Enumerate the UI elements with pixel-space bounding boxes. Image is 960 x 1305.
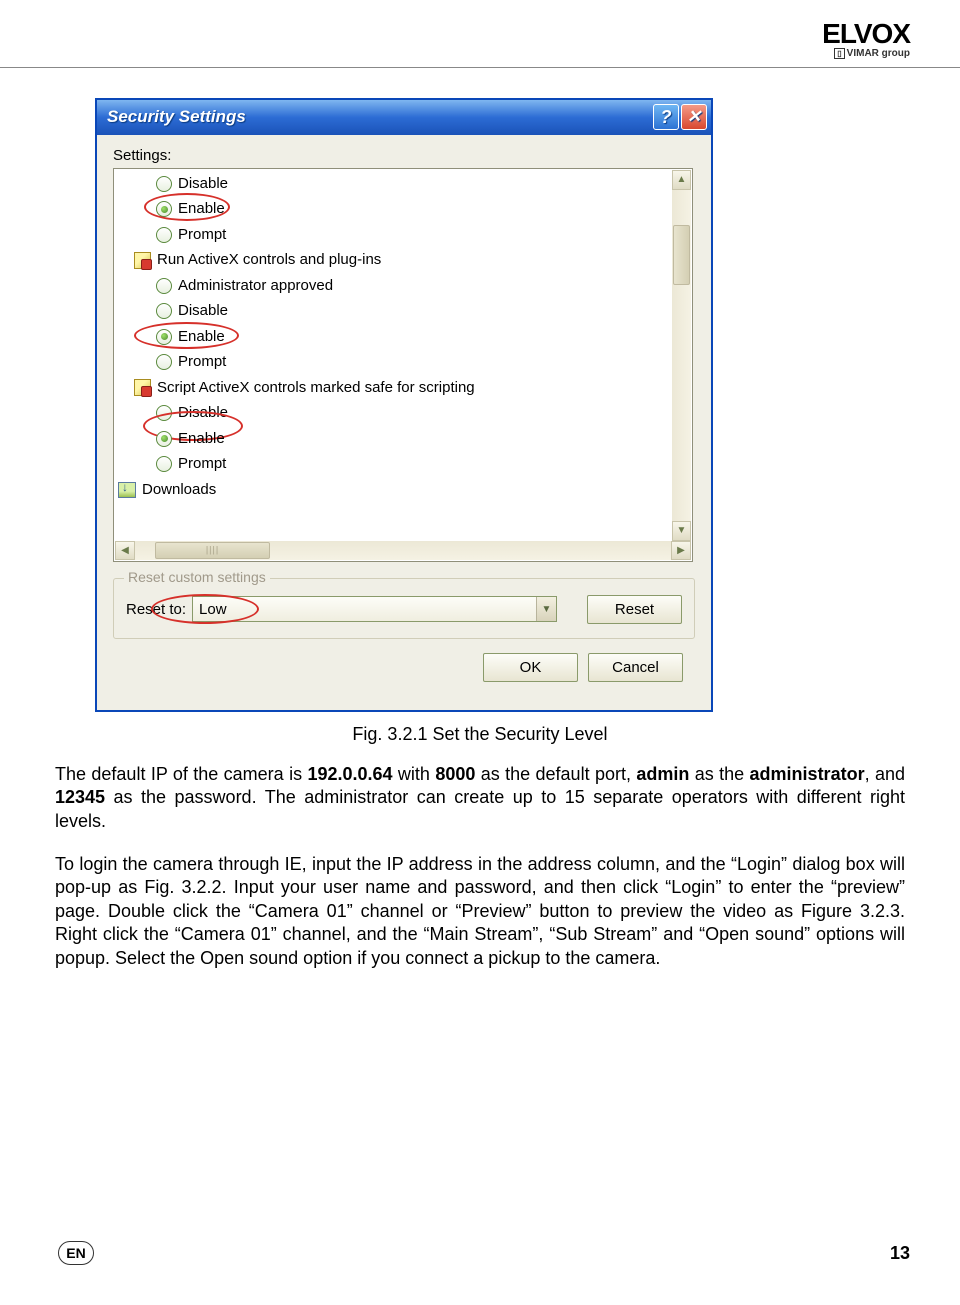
radio-icon (156, 201, 172, 217)
chevron-down-icon[interactable]: ▼ (536, 597, 556, 621)
scroll-track[interactable] (672, 190, 691, 521)
body-text: The default IP of the camera is 192.0.0.… (55, 763, 905, 970)
fieldset-legend: Reset custom settings (124, 569, 270, 585)
radio-icon (156, 405, 172, 421)
radio-disable[interactable]: Disable (116, 171, 672, 197)
category-script-activex: Script ActiveX controls marked safe for … (116, 375, 672, 401)
cancel-button[interactable]: Cancel (588, 653, 683, 682)
category-run-activex: Run ActiveX controls and plug-ins (116, 247, 672, 273)
radio-prompt[interactable]: Prompt (116, 222, 672, 248)
scroll-right-button[interactable]: ▶ (671, 541, 691, 560)
brand-logo: ELVOX ▯VIMAR group (822, 22, 910, 59)
radio-icon (156, 176, 172, 192)
help-button[interactable]: ? (653, 104, 679, 130)
radio-admin-approved[interactable]: Administrator approved (116, 273, 672, 299)
combo-value: Low (193, 601, 536, 618)
settings-listbox: Disable Enable Prompt Run ActiveX contro… (113, 168, 693, 562)
horizontal-scrollbar[interactable]: ◀ ▶ (115, 541, 691, 560)
page-footer: EN 13 (58, 1241, 910, 1265)
downloads-icon (118, 482, 136, 498)
reset-to-label: Reset to: (126, 601, 186, 618)
page-header: ELVOX ▯VIMAR group (0, 0, 960, 68)
page-number: 13 (890, 1243, 910, 1264)
scroll-left-button[interactable]: ◀ (115, 541, 135, 560)
radio-enable[interactable]: Enable (116, 426, 672, 452)
vertical-scrollbar[interactable]: ▲ ▼ (672, 170, 691, 541)
list-content: Disable Enable Prompt Run ActiveX contro… (116, 171, 672, 503)
activex-icon (134, 252, 151, 269)
radio-icon (156, 278, 172, 294)
reset-fieldset: Reset custom settings Reset to: Low ▼ Re… (113, 578, 695, 639)
reset-button[interactable]: Reset (587, 595, 682, 624)
titlebar[interactable]: Security Settings ? ✕ (97, 100, 711, 135)
logo-subtext: ▯VIMAR group (822, 48, 910, 59)
radio-icon (156, 456, 172, 472)
paragraph-1: The default IP of the camera is 192.0.0.… (55, 763, 905, 833)
dialog-title: Security Settings (107, 107, 651, 127)
radio-icon (156, 303, 172, 319)
ok-button[interactable]: OK (483, 653, 578, 682)
radio-icon (156, 329, 172, 345)
logo-main-text: ELVOX (822, 22, 910, 46)
radio-prompt[interactable]: Prompt (116, 349, 672, 375)
figure-caption: Fig. 3.2.1 Set the Security Level (0, 724, 960, 745)
scroll-thumb[interactable] (155, 542, 270, 559)
radio-icon (156, 431, 172, 447)
scroll-thumb[interactable] (673, 225, 690, 285)
scroll-down-button[interactable]: ▼ (672, 521, 691, 541)
activex-icon (134, 379, 151, 396)
reset-level-combo[interactable]: Low ▼ (192, 596, 557, 622)
radio-icon (156, 227, 172, 243)
security-settings-dialog: Security Settings ? ✕ Settings: Disable … (95, 98, 713, 712)
close-button[interactable]: ✕ (681, 104, 707, 130)
language-badge: EN (58, 1241, 94, 1265)
radio-enable[interactable]: Enable (116, 324, 672, 350)
radio-enable[interactable]: Enable (116, 196, 672, 222)
dialog-body: Settings: Disable Enable Prompt Run Acti… (97, 135, 711, 710)
radio-prompt[interactable]: Prompt (116, 451, 672, 477)
paragraph-2: To login the camera through IE, input th… (55, 853, 905, 970)
scroll-up-button[interactable]: ▲ (672, 170, 691, 190)
radio-icon (156, 354, 172, 370)
scroll-track[interactable] (135, 541, 671, 560)
dialog-footer: OK Cancel (113, 639, 695, 698)
category-downloads: Downloads (116, 477, 672, 503)
radio-disable[interactable]: Disable (116, 400, 672, 426)
settings-label: Settings: (113, 147, 695, 164)
radio-disable[interactable]: Disable (116, 298, 672, 324)
